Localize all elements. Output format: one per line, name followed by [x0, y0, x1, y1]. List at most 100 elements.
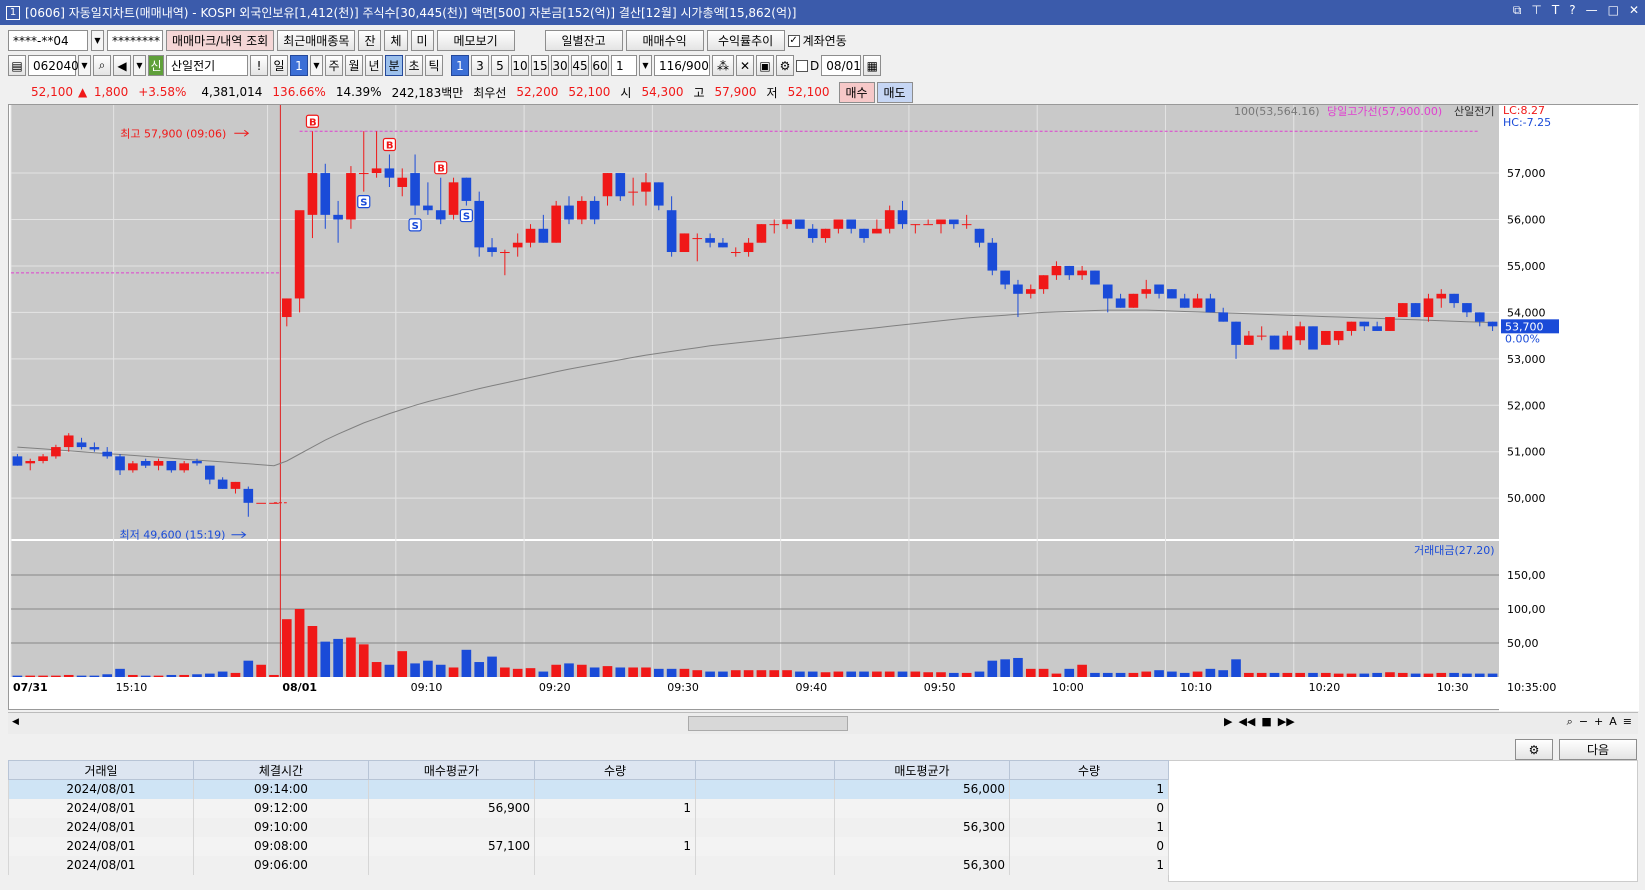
forward-icon[interactable]: ▶▶ — [1278, 715, 1295, 728]
table-row[interactable]: 2024/08/01 09:06:00 56,300 1 — [8, 855, 1169, 875]
table-cell — [534, 855, 696, 875]
stock-name-field[interactable]: 산일전기 — [166, 55, 248, 76]
volume-bar — [410, 663, 420, 677]
rewind-icon[interactable]: ◀◀ — [1238, 715, 1255, 728]
candle-chart[interactable]: 57,000 56,000 55,000 54,000 53,000 52,000 51,0… — [9, 105, 1639, 711]
checkmark-icon[interactable]: ✓ — [787, 34, 800, 47]
minute-10[interactable]: 10 — [511, 55, 529, 76]
play-icon[interactable]: ▶ — [1224, 715, 1232, 728]
recent-trade-button[interactable]: 최근매매종목 — [277, 30, 356, 51]
restore-icon[interactable]: ⧉ — [1513, 3, 1522, 18]
volume-bar — [474, 662, 485, 677]
account-link-checkbox[interactable]: ✓ 계좌연동 — [787, 32, 847, 49]
gear-icon[interactable]: ⚙ — [776, 55, 794, 76]
profit-rate-button[interactable]: 수익률추이 — [706, 30, 785, 51]
text-icon[interactable]: T — [1552, 3, 1559, 18]
tab-year[interactable]: 년 — [365, 55, 383, 76]
scroll-thumb[interactable] — [688, 716, 848, 731]
low-annotation: 최저 49,600 (15:19) — [119, 529, 225, 542]
time-tick-label: 10:00 — [1052, 681, 1084, 694]
alert-icon[interactable]: ! — [250, 55, 268, 76]
buy-button[interactable]: 매수 — [838, 81, 875, 103]
tab-tick[interactable]: 틱 — [425, 55, 443, 76]
speaker-icon[interactable]: ◀ — [113, 55, 131, 76]
maximize-icon[interactable]: □ — [1608, 3, 1619, 18]
change-rate: +3.58% — [138, 85, 187, 99]
chart-area[interactable]: 57,000 56,000 55,000 54,000 53,000 52,000 51,0… — [8, 104, 1639, 711]
che-button[interactable]: 체 — [384, 30, 408, 51]
table-gear-icon[interactable]: ⚙ — [1515, 739, 1553, 760]
table-row[interactable]: 2024/08/01 09:08:00 57,100 1 0 — [8, 836, 1169, 856]
pin-icon[interactable]: ⊤ — [1531, 3, 1541, 18]
minus-icon[interactable]: − — [1579, 715, 1588, 729]
tab-month[interactable]: 월 — [345, 55, 363, 76]
mi-button[interactable]: 미 — [410, 30, 434, 51]
account-input[interactable]: ****-**04 — [8, 30, 88, 51]
zoom-in-icon[interactable]: ⌕ — [1567, 715, 1573, 729]
low-price: 52,100 — [787, 85, 830, 99]
volume-bar — [936, 672, 946, 677]
tab-minute[interactable]: 분 — [385, 55, 403, 76]
period-number[interactable]: 1 — [290, 55, 308, 76]
account-dropdown-icon[interactable]: ▼ — [91, 30, 104, 51]
table-row[interactable]: 2024/08/01 09:12:00 56,900 1 0 — [8, 798, 1169, 818]
candle-body — [679, 233, 690, 253]
sell-button[interactable]: 매도 — [876, 81, 913, 103]
tab-week[interactable]: 주 — [325, 55, 343, 76]
search-icon[interactable]: ⌕ — [93, 55, 111, 76]
list-icon[interactable]: ≡ — [1623, 715, 1632, 729]
plus-icon[interactable]: + — [1594, 715, 1603, 729]
tool-icon[interactable]: ✕ — [736, 55, 754, 76]
minute-45[interactable]: 45 — [571, 55, 589, 76]
period-dropdown-icon[interactable]: ▼ — [310, 55, 323, 76]
candle-body — [358, 173, 369, 175]
candle-body — [564, 205, 574, 220]
speaker-dropdown-icon[interactable]: ▼ — [133, 55, 146, 76]
scroll-left-icon[interactable]: ◀ — [12, 717, 19, 727]
bar-count-field[interactable]: 116/900 — [654, 55, 710, 76]
table-row[interactable]: 2024/08/01 09:10:00 56,300 1 — [8, 817, 1169, 837]
help-icon[interactable]: ? — [1569, 3, 1575, 18]
minute-30[interactable]: 30 — [551, 55, 569, 76]
tab-second[interactable]: 초 — [405, 55, 423, 76]
stock-code-input[interactable]: 062040 — [28, 55, 79, 76]
credit-badge: 신 — [148, 55, 164, 76]
period-day-button[interactable]: 일 — [270, 55, 288, 76]
candle-body — [1192, 298, 1203, 308]
candle-body — [1115, 298, 1126, 308]
minimize-icon[interactable]: — — [1586, 3, 1598, 18]
trade-profit-button[interactable]: 매매수익 — [625, 30, 704, 51]
minute-60[interactable]: 60 — [591, 55, 609, 76]
candle-body — [1064, 265, 1075, 276]
password-input[interactable]: ******** — [107, 30, 163, 51]
table-cell: 57,100 — [368, 836, 535, 856]
minute-1[interactable]: 1 — [451, 55, 469, 76]
candle-body — [730, 252, 741, 254]
date-checkbox[interactable] — [796, 59, 808, 72]
minute-5[interactable]: 5 — [491, 55, 509, 76]
minute-15[interactable]: 15 — [531, 55, 549, 76]
daily-balance-button[interactable]: 일별잔고 — [544, 30, 623, 51]
candle-body — [243, 488, 254, 503]
count-select[interactable]: 1 — [611, 55, 637, 76]
trade-mark-button[interactable]: 매매마크/내역 조회 — [166, 30, 275, 51]
count-dropdown-icon[interactable]: ▼ — [639, 55, 652, 76]
jan-button[interactable]: 잔 — [358, 30, 382, 51]
candle-body — [743, 242, 754, 253]
chart-scroll-bar[interactable]: ◀ ▶ ◀◀ ■ ▶▶ ⌕ − + A ≡ — [8, 712, 1638, 734]
table-empty-panel — [1168, 760, 1638, 882]
minute-3[interactable]: 3 — [471, 55, 489, 76]
memo-button[interactable]: 메모보기 — [436, 30, 515, 51]
font-icon[interactable]: A — [1609, 715, 1617, 729]
stop-icon[interactable]: ■ — [1261, 715, 1271, 728]
date-input[interactable]: 08/01 — [821, 55, 862, 76]
table-row[interactable]: 2024/08/01 09:14:00 56,000 1 — [8, 779, 1169, 799]
layout-icon[interactable]: ▤ — [8, 55, 26, 76]
buy-mark-letter: B — [386, 140, 394, 151]
save-icon[interactable]: ▣ — [756, 55, 774, 76]
code-dropdown-icon[interactable]: ▼ — [78, 55, 91, 76]
next-button[interactable]: 다음 — [1559, 739, 1637, 760]
close-icon[interactable]: ✕ — [1629, 3, 1639, 18]
calendar-icon[interactable]: ▦ — [863, 55, 882, 76]
candle-settings-icon[interactable]: ⁂ — [712, 55, 734, 76]
